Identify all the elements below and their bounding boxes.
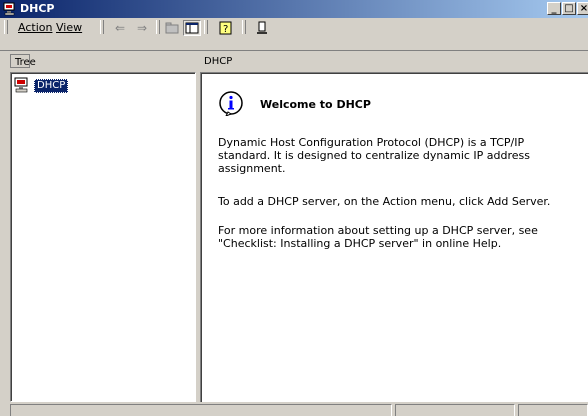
close-button[interactable]: × — [577, 2, 588, 15]
tree-pane[interactable]: DHCP — [10, 72, 196, 402]
toolbar — [0, 18, 588, 52]
status-bar-section-2 — [395, 404, 515, 416]
menu-action[interactable]: Action — [18, 21, 52, 34]
menu-grip[interactable] — [4, 20, 8, 34]
svg-text:?: ? — [223, 24, 228, 35]
details-pane: Welcome to DHCP Dynamic Host Configurati… — [200, 72, 588, 402]
description-paragraph: Dynamic Host Configuration Protocol (DHC… — [218, 136, 531, 175]
toolbar-separator — [156, 20, 160, 34]
show-hide-tree-icon[interactable] — [184, 21, 200, 35]
toolbar-separator-2 — [204, 20, 208, 34]
details-header: DHCP — [204, 56, 233, 67]
back-arrow-icon[interactable]: ⇐ — [112, 21, 128, 35]
status-bar-section-3 — [518, 404, 588, 416]
tree-item-label: DHCP — [34, 79, 69, 93]
menu-view-label: View — [56, 21, 83, 34]
tab-tree[interactable]: Tree — [10, 54, 36, 68]
maximize-button[interactable]: □ — [562, 2, 576, 15]
menu-action-label: Action — [18, 21, 53, 34]
dhcp-server-icon — [3, 2, 15, 16]
window-title: DHCP — [20, 2, 55, 15]
toolbar-grip[interactable] — [100, 20, 104, 34]
toolbar-separator-3 — [242, 20, 246, 34]
add-server-paragraph: To add a DHCP server, on the Action menu… — [218, 195, 551, 208]
help-icon[interactable]: ? — [218, 21, 234, 35]
minimize-button[interactable]: _ — [547, 2, 561, 15]
menu-view[interactable]: View — [56, 21, 82, 34]
forward-arrow-icon[interactable]: ⇒ — [134, 21, 150, 35]
dhcp-server-icon — [14, 77, 28, 93]
info-icon — [219, 91, 243, 116]
export-icon[interactable] — [254, 21, 270, 35]
status-bar-main — [10, 404, 392, 416]
more-info-paragraph: For more information about setting up a … — [218, 224, 538, 250]
welcome-heading: Welcome to DHCP — [260, 98, 371, 111]
up-folder-icon[interactable] — [164, 21, 180, 35]
title-bar: DHCP _ □ × — [0, 0, 588, 18]
